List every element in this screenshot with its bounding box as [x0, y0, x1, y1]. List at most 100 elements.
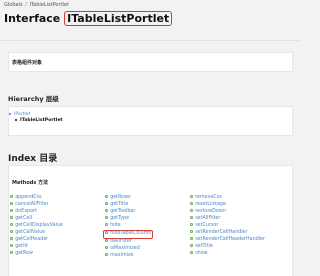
method-link[interactable]: show [190, 251, 265, 258]
method-link[interactable]: doExport [10, 209, 63, 216]
method-label: hide [110, 223, 121, 229]
method-link[interactable]: isAllFilter [105, 239, 153, 246]
bullet-icon [15, 118, 17, 121]
api-doc-page: Globals / ITableListPortlet Interface IT… [0, 0, 300, 276]
method-icon [190, 230, 194, 234]
method-label: getId [15, 244, 28, 250]
method-label: removeCss [195, 195, 222, 201]
page-title-prefix: Interface [4, 12, 61, 25]
method-icon [190, 244, 194, 248]
method-link[interactable]: appendCss [10, 195, 63, 202]
method-label: maximize [110, 253, 134, 259]
methods-column-2: getRows getTitle getToolbar getType hide hide… [103, 195, 154, 260]
method-label: setAllFilter [195, 216, 221, 222]
method-icon [190, 209, 194, 213]
method-icon [105, 239, 109, 243]
method-link[interactable]: setRenderCellHeaderHandler [190, 237, 265, 244]
bullet-icon [9, 112, 11, 115]
hierarchy-item-current: ITableListPortlet [15, 118, 63, 124]
method-icon [10, 195, 14, 199]
method-label: isAllFilter [110, 239, 132, 245]
method-icon [190, 202, 194, 206]
method-icon [105, 223, 109, 227]
methods-heading: Methods 方法 [12, 180, 49, 186]
method-link[interactable]: cancelAllFilter [10, 202, 63, 209]
method-icon [190, 223, 194, 227]
method-icon [10, 223, 14, 227]
method-link[interactable]: getRow [10, 251, 63, 258]
page-title: Interface ITableListPortlet [4, 11, 173, 26]
method-link[interactable]: setTitle [190, 244, 265, 251]
method-icon [105, 216, 109, 220]
method-icon [190, 251, 194, 255]
hierarchy-list: IPortlet ITableListPortlet [9, 112, 63, 124]
method-label: isMaximized [110, 246, 140, 252]
method-label: doExport [15, 209, 37, 215]
method-label: show [195, 251, 208, 257]
method-link[interactable]: getCellValue [10, 230, 63, 237]
method-label: getTitle [110, 202, 129, 208]
method-label: setRenderCellHandler [195, 230, 248, 236]
method-link[interactable]: restoreDown [190, 209, 265, 216]
method-link[interactable]: getCell [10, 216, 63, 223]
method-link[interactable]: getCellDisplayValue [10, 223, 63, 230]
method-link[interactable]: setCursor [190, 223, 265, 230]
method-link[interactable]: isMaximized [105, 246, 153, 253]
method-label: setTitle [195, 244, 213, 250]
hierarchy-parent-link[interactable]: IPortlet [14, 112, 30, 117]
method-link[interactable]: removeCss [190, 195, 265, 202]
method-icon [190, 216, 194, 220]
method-icon [105, 209, 109, 213]
index-heading: Index 目录 [8, 154, 58, 164]
method-link[interactable]: getToolbar [105, 209, 153, 216]
method-icon [105, 253, 109, 257]
method-link[interactable]: setAllFilter [190, 216, 265, 223]
method-link[interactable]: getTitle [105, 202, 153, 209]
method-label: appendCss [15, 195, 42, 201]
method-link[interactable]: resetLinkage [190, 202, 265, 209]
page-header: Globals / ITableListPortlet Interface IT… [0, 0, 300, 40]
method-label: hideTableColumn [110, 231, 152, 237]
methods-column-3: removeCss resetLinkage restoreDown setAllFi… [190, 195, 265, 258]
method-icon [10, 244, 14, 248]
method-link[interactable]: getId [10, 244, 63, 251]
method-label: getColHeader [15, 237, 49, 243]
method-icon [10, 251, 14, 255]
description-panel: 表格组件对象 [8, 52, 293, 72]
breadcrumb-link-itablelistportlet[interactable]: ITableListPortlet [29, 2, 68, 8]
method-link[interactable]: getRows [105, 195, 153, 202]
method-label: getType [110, 216, 130, 222]
method-label: cancelAllFilter [15, 202, 49, 208]
method-link[interactable]: hideTableColumn [103, 230, 154, 239]
method-label: restoreDown [195, 209, 226, 215]
method-link[interactable]: getColHeader [10, 237, 63, 244]
method-link[interactable]: maximize [105, 253, 153, 260]
methods-column-1: appendCss cancelAllFilter doExport getCell g… [10, 195, 63, 258]
method-label: getRow [15, 251, 34, 257]
method-icon [10, 237, 14, 241]
breadcrumb-separator: / [25, 2, 27, 8]
hierarchy-current-label: ITableListPortlet [20, 118, 63, 123]
method-label: getToolbar [110, 209, 136, 215]
method-icon [105, 195, 109, 199]
method-icon [105, 202, 109, 206]
method-label: setCursor [195, 223, 219, 229]
method-link[interactable]: getType [105, 216, 153, 223]
method-label: resetLinkage [195, 202, 227, 208]
method-icon [10, 230, 14, 234]
method-icon [10, 202, 14, 206]
header-divider [0, 40, 300, 41]
page-title-name: ITableListPortlet [64, 11, 173, 26]
method-link[interactable]: setRenderCellHandler [190, 230, 265, 237]
method-icon [105, 231, 109, 235]
method-label: getCellDisplayValue [15, 223, 63, 229]
method-icon [10, 216, 14, 220]
method-icon [190, 195, 194, 199]
breadcrumb: Globals / ITableListPortlet [4, 2, 69, 8]
method-icon [190, 237, 194, 241]
description-label: 表格组件对象 [12, 60, 43, 66]
breadcrumb-link-globals[interactable]: Globals [4, 2, 23, 8]
method-link[interactable]: hide [105, 223, 153, 230]
method-label: getCell [15, 216, 33, 222]
method-label: getRows [110, 195, 131, 201]
